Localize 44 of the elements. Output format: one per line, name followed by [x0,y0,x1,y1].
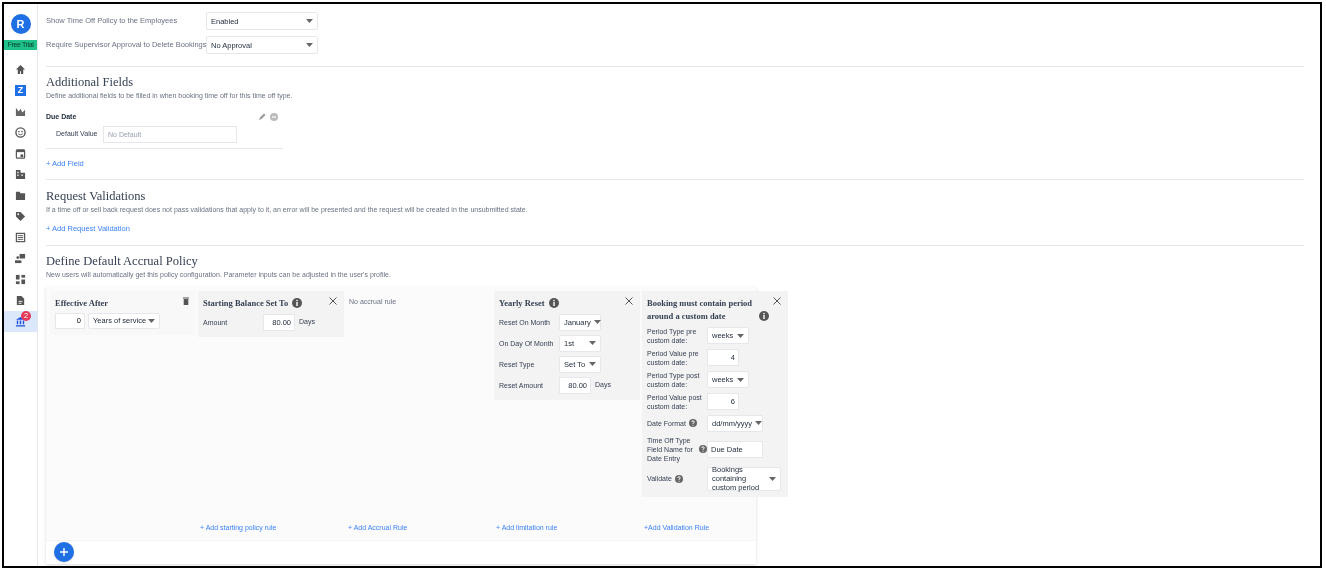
dashboard-icon [15,274,26,285]
caret-icon [148,318,155,323]
document-icon [15,295,26,306]
close-icon[interactable] [773,296,781,305]
home-icon [15,64,26,75]
calendar-icon [15,148,26,159]
help-icon[interactable] [674,474,683,483]
folder-icon [15,190,26,201]
info-icon[interactable] [548,297,559,308]
card-title: Yearly Reset [499,296,545,310]
edit-icon[interactable] [258,113,266,122]
help-icon[interactable] [699,445,707,453]
close-icon[interactable] [625,296,633,305]
face-icon [15,127,26,138]
bank-icon [15,316,26,327]
list-icon [15,232,26,243]
help-icon[interactable] [688,419,697,427]
section-title: Define Default Accrual Policy [46,253,199,269]
section-title: Request Validations [46,188,147,204]
section-title: Additional Fields [46,75,135,90]
logo[interactable]: R [10,14,31,34]
caret-icon [589,362,596,366]
caret-icon [593,320,601,324]
tag-icon [15,211,26,222]
card-title: Effective After [55,296,109,310]
card-title: Booking must contain period around a custom date [647,296,754,323]
info-icon[interactable] [759,310,769,321]
trash-icon[interactable] [183,296,189,305]
caret-icon [769,476,776,481]
close-icon[interactable] [329,296,337,305]
building-icon [15,169,26,180]
caret-icon [737,333,744,338]
sidebar-item[interactable]: Z [4,80,37,101]
caret-icon [306,19,313,23]
info-icon[interactable] [292,297,303,308]
chart-icon [15,106,26,117]
plus-icon [60,548,68,556]
caret-icon [306,43,313,47]
add-button[interactable] [54,542,74,562]
caret-icon [589,341,596,345]
card-title: Starting Balance Set To [203,296,289,310]
caret-icon [755,421,762,425]
caret-icon [737,377,744,382]
people-card-icon [15,253,26,264]
